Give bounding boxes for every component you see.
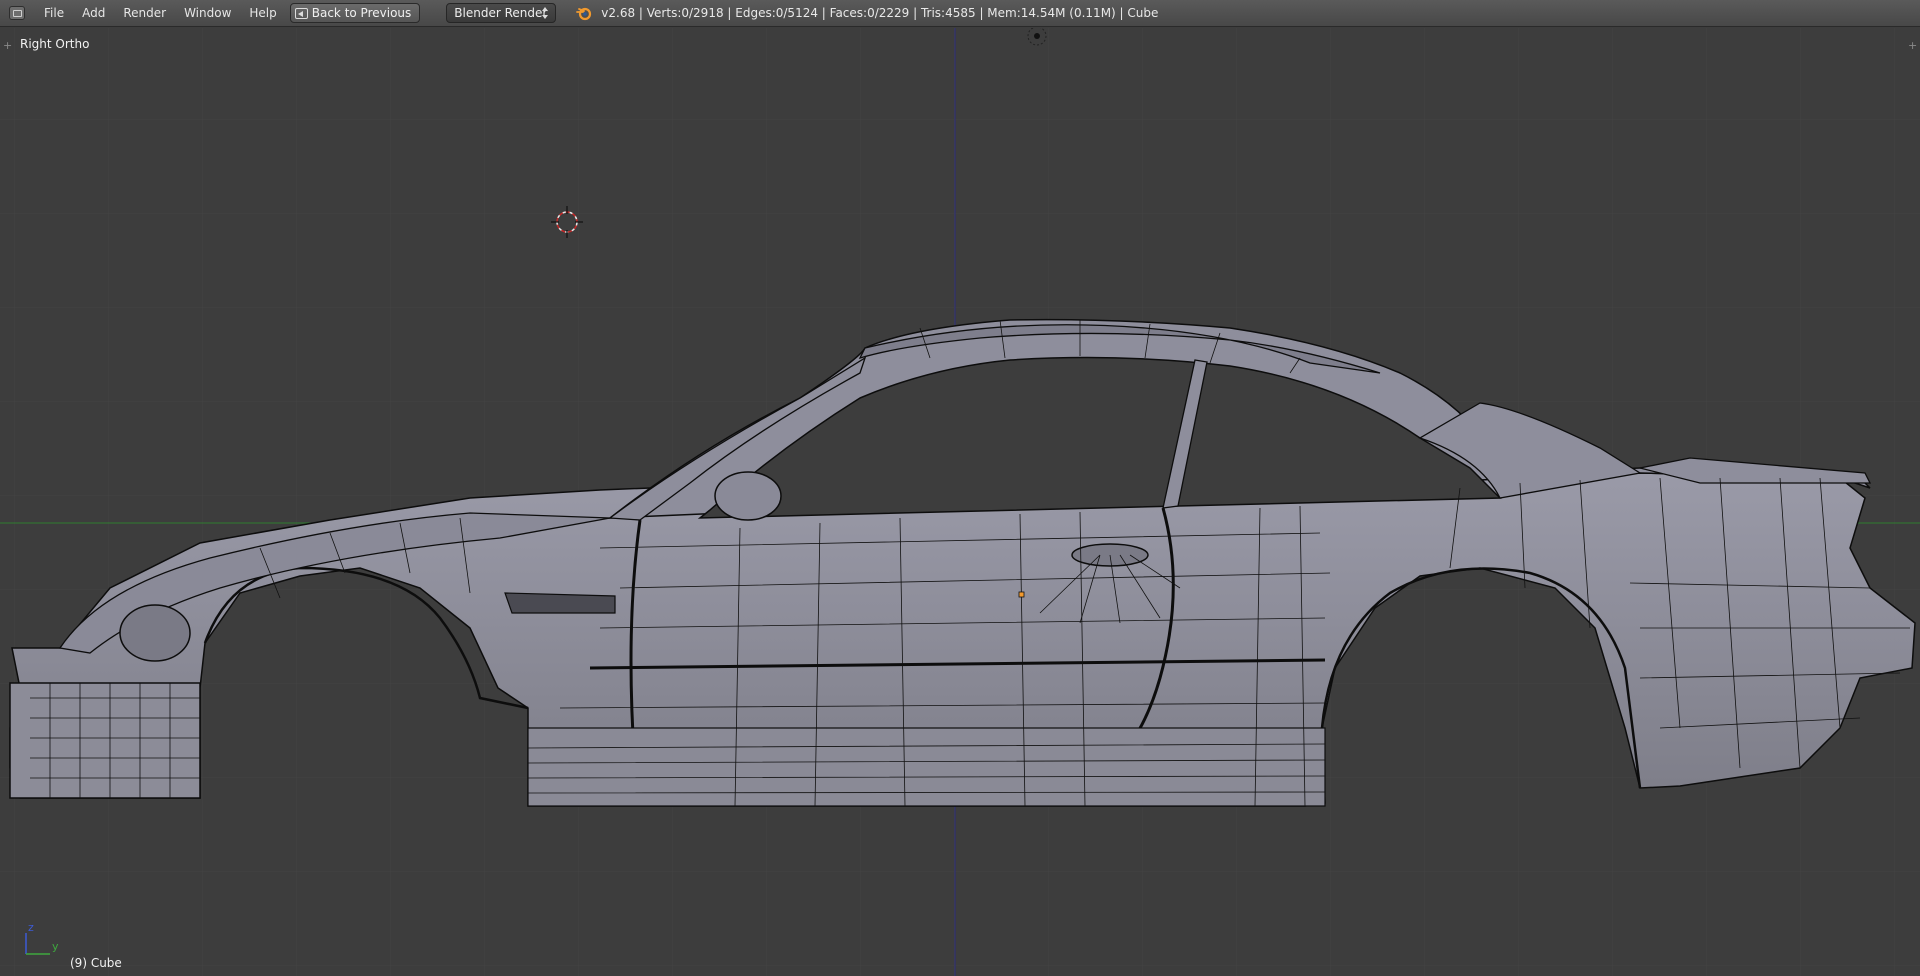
axis-z-label: z — [28, 921, 34, 934]
region-toggle-right-icon[interactable]: + — [1908, 40, 1917, 51]
front-vent — [504, 592, 616, 614]
view-name-label: Right Ortho — [20, 37, 90, 51]
side-mirror — [714, 471, 782, 521]
headlight — [119, 604, 191, 662]
render-engine-select[interactable]: Blender Render — [446, 3, 557, 23]
menu-file[interactable]: File — [35, 0, 73, 27]
back-arrow-icon — [294, 7, 308, 19]
3d-viewport[interactable]: z y Right Ortho (9) Cube + + — [0, 28, 1920, 976]
blender-logo-icon — [576, 7, 592, 21]
object-origin-icon — [1018, 591, 1025, 598]
active-object-label: (9) Cube — [70, 956, 122, 970]
scene-statistics: v2.68 | Verts:0/2918 | Edges:0/5124 | Fa… — [601, 6, 1159, 20]
editor-type-icon[interactable] — [9, 6, 25, 20]
back-to-previous-label: Back to Previous — [311, 6, 412, 20]
front-bumper — [9, 682, 201, 799]
menu-render[interactable]: Render — [114, 0, 175, 27]
menu-add[interactable]: Add — [73, 0, 114, 27]
menu-help[interactable]: Help — [240, 0, 285, 27]
render-engine-value: Blender Render — [454, 6, 548, 20]
axis-y-label: y — [52, 940, 59, 953]
viewport-canvas[interactable]: z y — [0, 28, 1920, 976]
header-bar: File Add Render Window Help Back to Prev… — [0, 0, 1920, 27]
back-to-previous-button[interactable]: Back to Previous — [289, 3, 421, 23]
dropdown-arrows-icon — [542, 7, 549, 19]
rocker-panel — [527, 727, 1326, 807]
region-toggle-left-icon[interactable]: + — [3, 40, 12, 51]
menu-window[interactable]: Window — [175, 0, 240, 27]
